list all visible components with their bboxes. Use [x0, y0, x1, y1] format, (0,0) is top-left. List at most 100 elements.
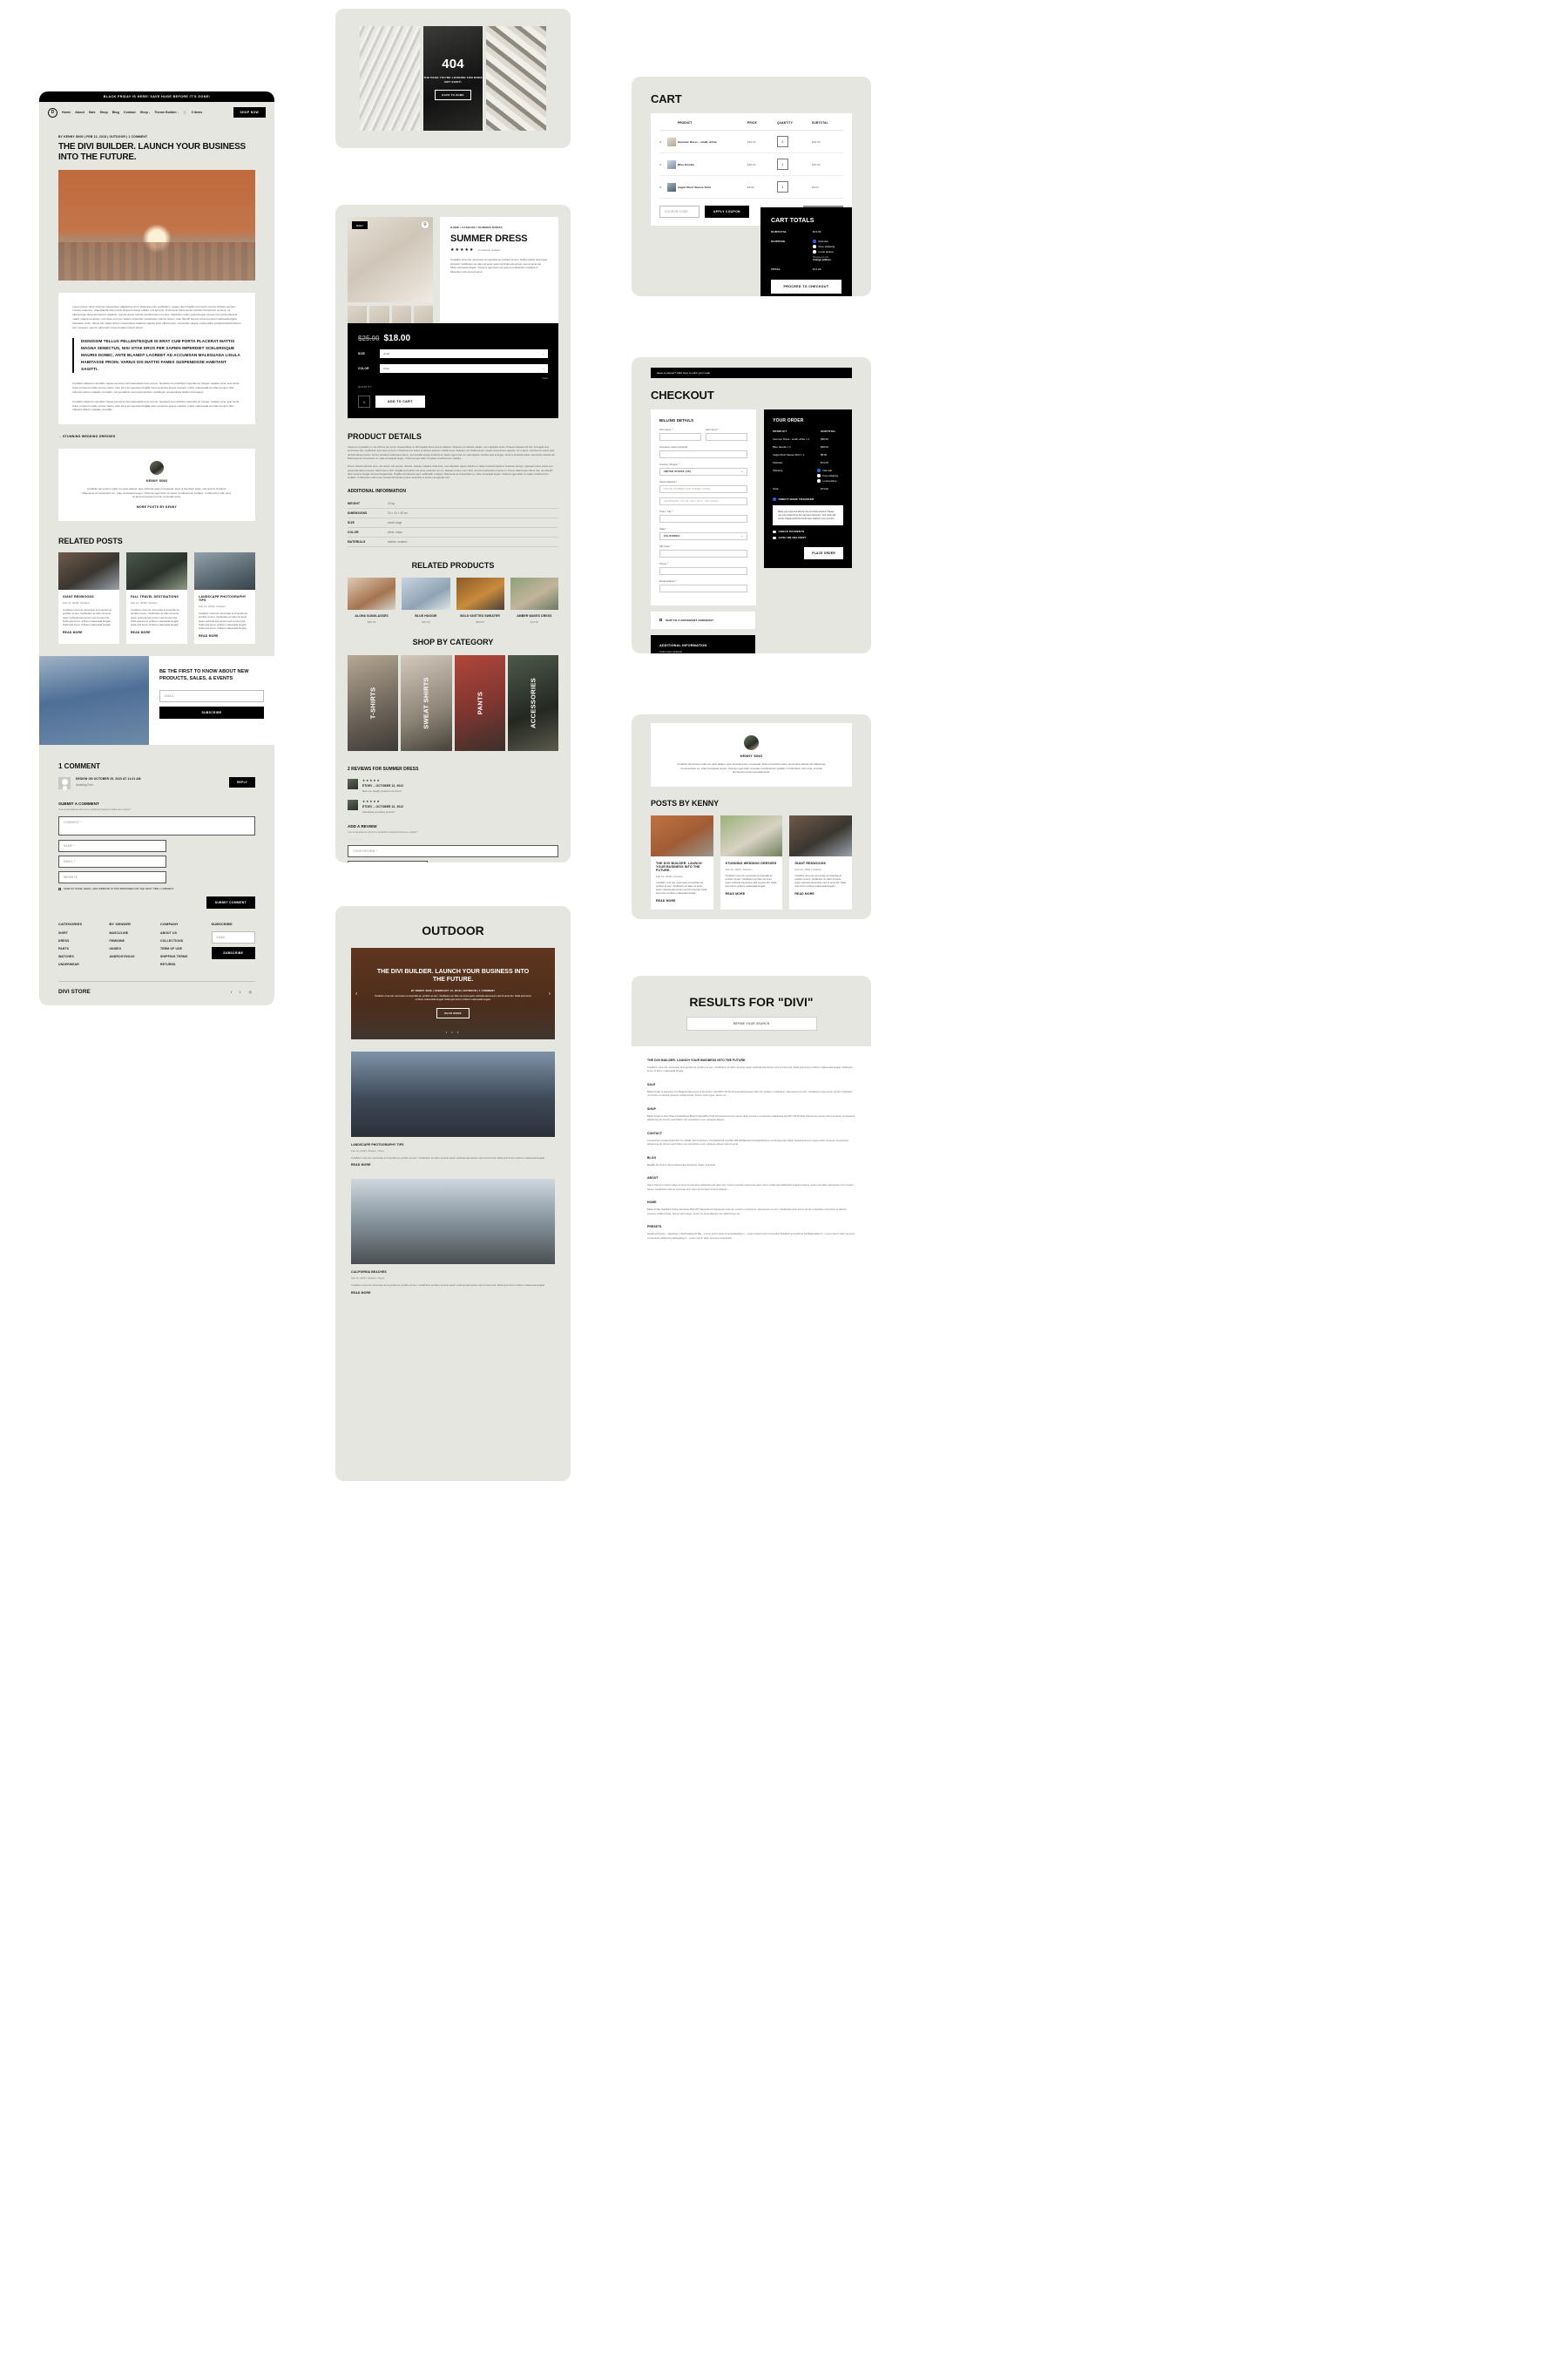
zoom-icon[interactable]: ⚲ [422, 221, 429, 228]
shipping-option-pickup[interactable]: Local pickup [817, 479, 840, 483]
phone-input[interactable] [659, 567, 748, 575]
nav-item-contact[interactable]: Contact [124, 111, 136, 114]
shipping-option-pickup[interactable]: Local pickup [813, 250, 835, 254]
shipping-option-flat[interactable]: Flat rate [817, 469, 843, 472]
product-thumbnail[interactable] [348, 306, 368, 323]
read-more-link[interactable]: READ MORE [794, 892, 847, 896]
remove-item-icon[interactable]: × [659, 162, 667, 166]
change-address-link[interactable]: Change address [813, 259, 835, 261]
product-thumbnail[interactable] [391, 306, 411, 323]
result-title[interactable]: CONTACT [647, 1132, 855, 1135]
category-tile[interactable]: ACCESSORIES [507, 655, 558, 752]
country-select[interactable]: UNITED STATES (US) ⌄ [659, 468, 748, 476]
last-name-input[interactable] [706, 433, 748, 441]
category-tile[interactable]: T-SHIRTS [348, 655, 399, 752]
search-result-item[interactable]: HOME Black Friday Sale!Divi Online Store… [647, 1201, 855, 1215]
result-title[interactable]: SHOP [647, 1107, 855, 1111]
item-name[interactable]: Blue Hoodie [678, 163, 747, 166]
footer-link[interactable]: UNISEX [110, 947, 154, 950]
remove-item-icon[interactable]: × [659, 185, 667, 189]
nav-item-blog[interactable]: Blog [112, 111, 119, 114]
footer-link[interactable]: DRESS [58, 939, 103, 943]
product-card[interactable]: BOLD KNITTED SWEATER $80.00 [456, 577, 504, 624]
footer-link[interactable]: ABOUT US [160, 931, 205, 935]
next-slide-icon[interactable]: › [549, 991, 551, 997]
payment-cod-option[interactable]: CASH ON DELIVERY [773, 536, 843, 539]
category-tile[interactable]: PANTS [454, 655, 505, 752]
post-card[interactable]: GIANT REDWOODS Feb 12, 2018 | Outdoor Cu… [789, 815, 853, 910]
place-order-button[interactable]: PLACE ORDER [804, 547, 843, 560]
remove-item-icon[interactable]: × [659, 139, 667, 144]
back-to-home-button[interactable]: BACK TO HOME [435, 90, 471, 101]
footer-email-input[interactable]: EMAIL [211, 930, 255, 944]
read-more-link[interactable]: READ MORE [131, 631, 183, 634]
prev-slide-icon[interactable]: ‹ [355, 991, 357, 997]
shipping-option-free[interactable]: Free shipping [813, 245, 835, 248]
result-title[interactable]: HOME [647, 1201, 855, 1204]
product-card[interactable]: AMBER WAVES DRESS $12.00 [510, 577, 558, 624]
submit-comment-button[interactable]: SUBMIT COMMENT [206, 896, 255, 909]
nav-item-theme-builder[interactable]: Theme Builder - [154, 111, 179, 114]
search-result-item[interactable]: PRESETS Heading Presets – Headings 1 Sub… [647, 1225, 855, 1240]
category-tile[interactable]: SWEAT SHIRTS [401, 655, 452, 752]
slider-dots[interactable]: • • • [446, 1030, 460, 1034]
divi-logo-icon[interactable]: D [48, 107, 57, 118]
quantity-input[interactable]: 1 [777, 181, 788, 193]
quantity-input[interactable]: 1 [777, 159, 788, 170]
footer-link[interactable]: UNDERWEAR [58, 963, 103, 966]
post-image[interactable] [351, 1179, 555, 1265]
color-select[interactable]: white ⌄ [380, 364, 548, 373]
coupon-code-input[interactable]: COUPON CODE [659, 206, 700, 218]
read-more-link[interactable]: READ MORE [726, 892, 778, 896]
search-result-item[interactable]: SHOP Black Friday is Here!New ArrivalsSh… [647, 1107, 855, 1122]
comment-website-input[interactable]: WEBSITE [58, 870, 167, 883]
breadcrumb[interactable]: HOME / FASHION / SUMMER DRESS [450, 226, 548, 229]
refine-search-input[interactable]: REFINE YOUR SEARCH [686, 1017, 817, 1031]
rating-star-input[interactable]: ☆☆☆☆☆ [348, 837, 558, 842]
company-input[interactable] [659, 450, 748, 458]
read-more-link[interactable]: READ MORE [63, 631, 115, 634]
post-image[interactable] [351, 1052, 555, 1137]
add-to-cart-button[interactable]: ADD TO CART [375, 396, 425, 408]
review-count[interactable]: (2 customer reviews) [477, 248, 500, 252]
related-post-item[interactable]: GIANT REDWOODS Feb 12, 2018 | Outdoor Cu… [58, 552, 119, 644]
item-name[interactable]: Summer Dress - small, white [678, 140, 747, 144]
post-title[interactable]: CALIFORNIA BEACHES [351, 1270, 555, 1274]
social-icons[interactable]: f t ◎ [231, 990, 255, 994]
search-result-item[interactable]: ABOUT About UsLorem ipsum dolor sit amet… [647, 1176, 855, 1191]
nav-item-shop-submenu[interactable]: Shop - [140, 111, 150, 114]
footer-link[interactable]: PANTS [58, 947, 103, 950]
footer-link[interactable]: SHIRT [58, 931, 103, 935]
coupon-notice[interactable]: Have a coupon? Click here to enter your … [651, 368, 852, 378]
reply-button[interactable]: REPLY [229, 776, 255, 788]
apartment-input[interactable]: APARTMENT, SUITE, UNIT, ETC. (OPTIONAL) [659, 497, 748, 505]
street-address-input[interactable]: HOUSE NUMBER AND STREET NAME [659, 485, 748, 493]
result-title[interactable]: ABOUT [647, 1176, 855, 1180]
ship-different-address-toggle[interactable]: SHIP TO A DIFFERENT ADDRESS? [651, 612, 756, 629]
footer-link[interactable]: WATCHES [58, 955, 103, 958]
search-result-item[interactable]: CONTACT ContactOur Location1234 Divi St.… [647, 1132, 855, 1147]
payment-check-option[interactable]: CHECK PAYMENTS [773, 530, 843, 533]
comment-textarea[interactable]: COMMENT * [58, 815, 255, 835]
product-thumbnail[interactable] [369, 306, 389, 323]
size-select[interactable]: small ⌄ [380, 349, 548, 358]
save-info-checkbox[interactable] [58, 887, 61, 890]
item-name[interactable]: Aagla Short Sleeve Shirt [678, 186, 747, 189]
product-thumbnail[interactable] [413, 306, 433, 323]
comment-name-input[interactable]: NAME * [58, 839, 167, 852]
comment-email-input[interactable]: EMAIL * [58, 855, 167, 868]
search-result-item[interactable]: BLOG BlogBe the First to Know About New … [647, 1156, 855, 1167]
zip-input[interactable] [659, 550, 748, 558]
footer-link[interactable]: COLLECTIONS [160, 939, 205, 943]
nav-item-home[interactable]: Home [62, 111, 71, 114]
shop-now-button[interactable]: SHOP NOW [233, 107, 266, 118]
more-posts-link[interactable]: MORE POSTS BY KENNY [81, 505, 233, 509]
footer-link[interactable]: MASCULINE [110, 931, 154, 935]
footer-link[interactable]: RETURNS [160, 963, 205, 966]
footer-link[interactable]: ANDROGYNOUS [110, 955, 154, 958]
read-more-link[interactable]: READ MORE [656, 899, 708, 903]
search-result-item[interactable]: THE DIVI BUILDER. LAUNCH YOUR BUSINESS I… [647, 1059, 855, 1073]
state-select[interactable]: CALIFORNIA ⌄ [659, 532, 748, 540]
first-name-input[interactable] [659, 433, 702, 441]
proceed-to-checkout-button[interactable]: PROCEED TO CHECKOUT [771, 280, 841, 294]
